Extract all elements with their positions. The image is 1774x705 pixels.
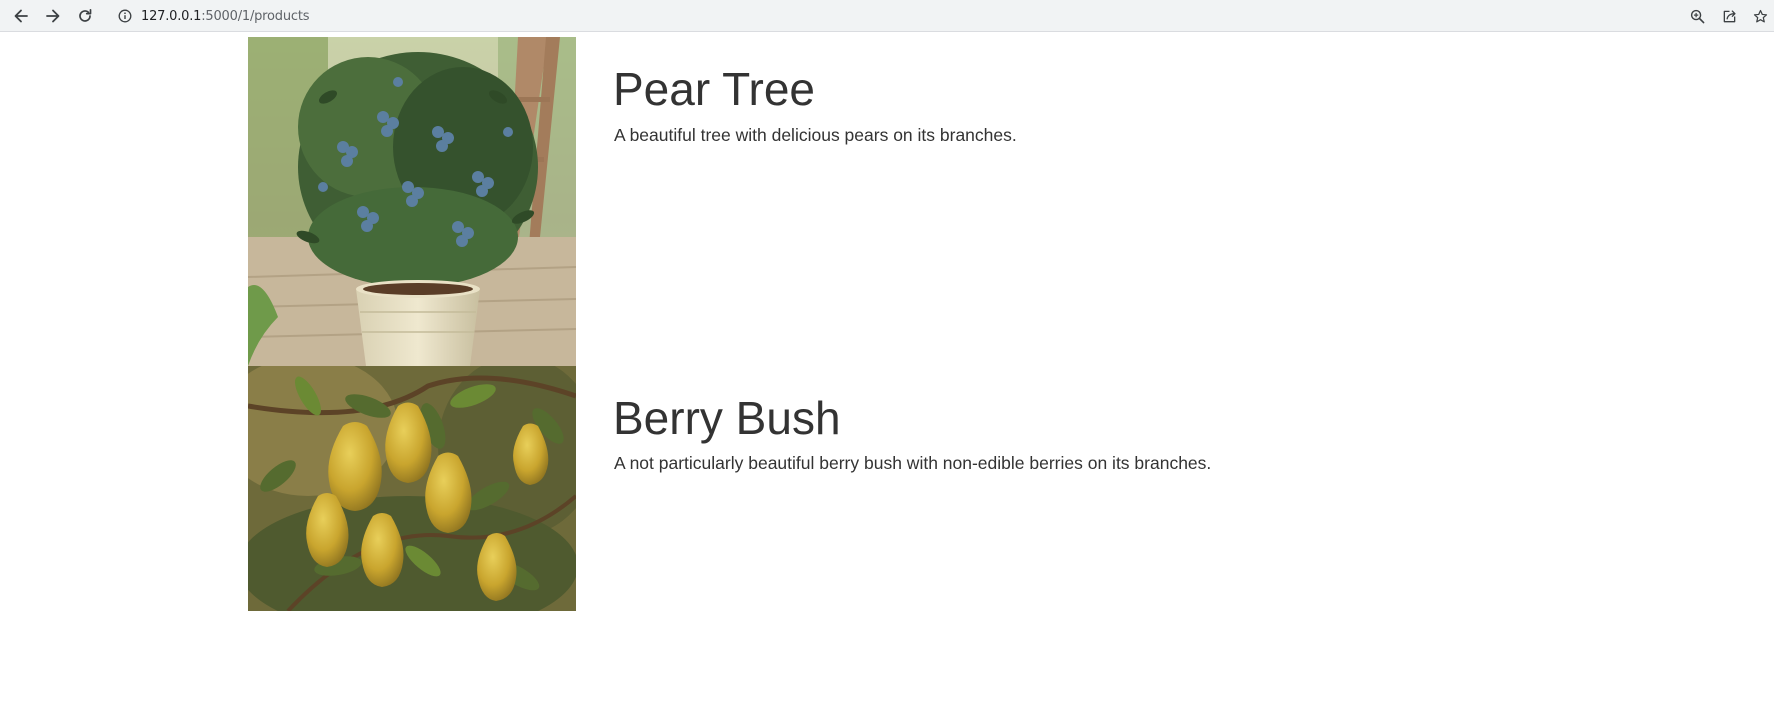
product-description: A beautiful tree with delicious pears on…	[614, 125, 1017, 145]
star-icon	[1753, 9, 1767, 22]
address-bar[interactable]: 127.0.0.1:5000/1/products	[108, 3, 1682, 29]
reload-button[interactable]	[72, 3, 98, 29]
bookmark-button[interactable]	[1750, 6, 1770, 26]
url-host: 127.0.0.1	[141, 8, 202, 24]
info-icon[interactable]	[118, 9, 132, 23]
forward-button[interactable]	[40, 3, 66, 29]
browser-toolbar: 127.0.0.1:5000/1/products	[0, 0, 1774, 32]
arrow-forward-icon	[46, 9, 60, 23]
product-title: Berry Bush	[613, 392, 841, 444]
zoom-icon	[1690, 9, 1704, 23]
zoom-button[interactable]	[1687, 6, 1707, 26]
pears-image	[248, 366, 576, 611]
share-icon	[1723, 9, 1736, 22]
back-button[interactable]	[8, 3, 34, 29]
product-title: Pear Tree	[613, 63, 815, 115]
product-description: A not particularly beautiful berry bush …	[614, 453, 1212, 473]
blueberry-bush-image	[248, 37, 576, 366]
product-image	[248, 366, 576, 611]
reload-icon	[79, 8, 92, 22]
url-text[interactable]: 127.0.0.1:5000/1/products	[141, 8, 310, 24]
arrow-back-icon	[14, 9, 28, 23]
share-button[interactable]	[1719, 6, 1739, 26]
product-image	[248, 37, 576, 366]
url-path: :5000/1/products	[201, 8, 310, 24]
